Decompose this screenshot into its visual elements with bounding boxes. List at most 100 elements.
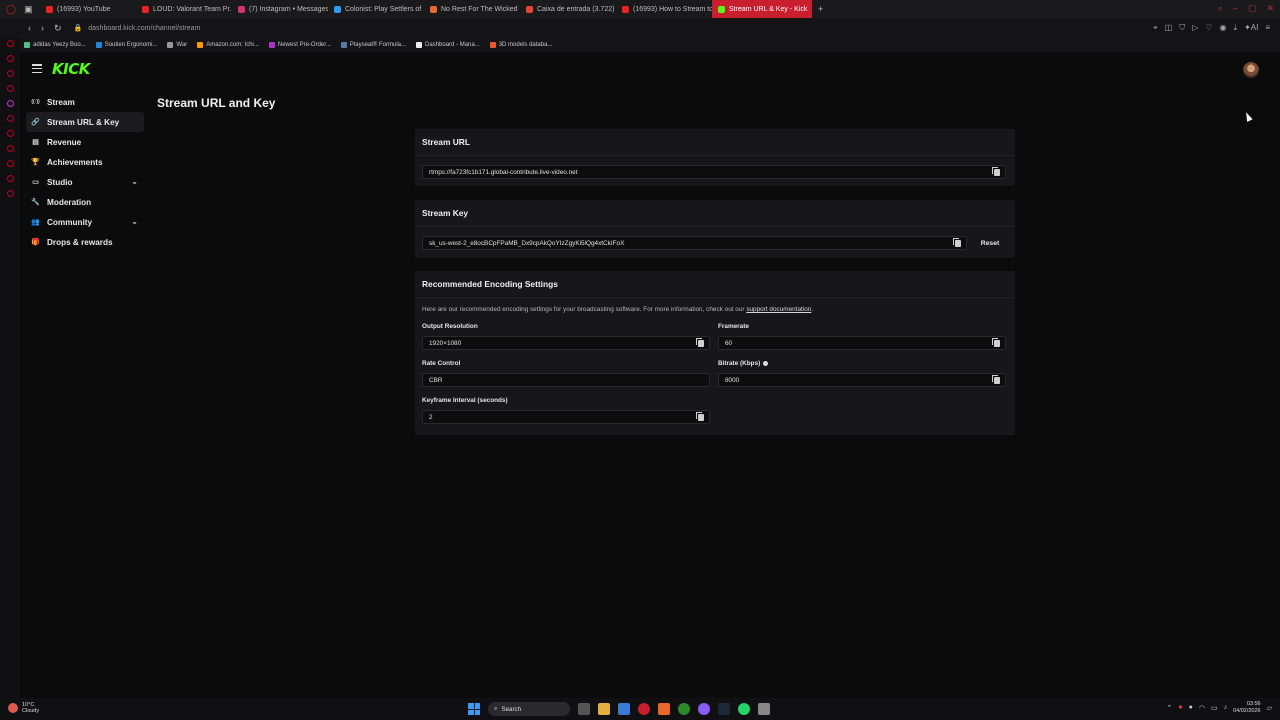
app-icon[interactable] (758, 703, 770, 715)
bookmark-item[interactable]: adidas Yeezy Boo... (24, 42, 86, 48)
sidebar-app-icon[interactable] (6, 130, 14, 137)
copy-icon[interactable] (953, 238, 961, 247)
browser-tab[interactable]: Caixa de entrada (3.722) (520, 0, 616, 18)
clock[interactable]: 03:56 04/02/2026 (1233, 701, 1261, 714)
browser-tab[interactable]: (16993) YouTube (40, 0, 136, 18)
rate-control-field[interactable]: CBR (422, 373, 710, 387)
tabs-menu-icon[interactable]: ▣ (24, 4, 33, 15)
browser-tab[interactable]: LOUD: Valorant Team Pr... (136, 0, 232, 18)
task-view-icon[interactable] (578, 703, 590, 715)
search-tabs-icon[interactable]: ⌕ (1218, 3, 1223, 14)
camera-icon[interactable]: ◫ (1165, 23, 1173, 33)
menu-icon[interactable]: ≡ (1265, 23, 1270, 33)
browser-tab[interactable]: No Rest For The Wicked ... (424, 0, 520, 18)
bookmark-item[interactable]: Playseat® Formula... (340, 42, 406, 48)
ai-icon[interactable]: ✦AI (1244, 23, 1258, 33)
chevron-down-icon[interactable]: ⌄ (131, 177, 138, 186)
chevron-up-icon[interactable]: ⌃ (1167, 704, 1173, 712)
sidebar-app-icon[interactable] (6, 190, 14, 197)
sidebar-item-drops-rewards[interactable]: 🎁 Drops & rewards (26, 232, 144, 252)
file-explorer-icon[interactable] (598, 703, 610, 715)
tray-app-icon[interactable]: ● (1189, 704, 1193, 711)
sidebar-app-icon[interactable] (6, 40, 14, 47)
reload-icon[interactable]: ↻ (54, 23, 62, 34)
minimize-icon[interactable]: – (1233, 3, 1238, 14)
wifi-icon[interactable]: ◠ (1199, 704, 1205, 712)
sidebar-item-stream-url-key[interactable]: 🔗 Stream URL & Key (26, 112, 144, 132)
shield-icon[interactable]: ⛉ (1179, 23, 1185, 33)
windows-start-icon[interactable] (468, 703, 480, 715)
hamburger-menu-icon[interactable] (32, 64, 42, 73)
bookmark-item[interactable]: 3D models databa... (489, 42, 552, 48)
bookmark-item[interactable]: Soutien Ergonomi... (95, 42, 157, 48)
url-field[interactable]: dashboard.kick.com/channel/stream (88, 25, 200, 32)
app-icon[interactable] (658, 703, 670, 715)
messenger-icon[interactable] (698, 703, 710, 715)
play-icon[interactable]: ▷ (1192, 23, 1198, 33)
xbox-icon[interactable] (678, 703, 690, 715)
steam-icon[interactable] (718, 703, 730, 715)
output-resolution-field[interactable]: 1920×1080 (422, 336, 710, 350)
maximize-icon[interactable]: ▢ (1248, 3, 1257, 14)
sidebar-app-icon[interactable] (6, 175, 14, 182)
bitrate-field[interactable]: 8000 (718, 373, 1006, 387)
copy-icon[interactable] (992, 338, 1000, 347)
copy-icon[interactable] (696, 338, 704, 347)
sidebar-app-icon[interactable] (6, 85, 14, 92)
sidebar-item-stream[interactable]: ((·)) Stream (26, 92, 144, 112)
tray-app-icon[interactable]: ● (1178, 704, 1182, 711)
store-icon[interactable] (618, 703, 630, 715)
sidebar-item-community[interactable]: 👥 Community ⌄ (26, 212, 144, 232)
opera-logo-icon[interactable]: ◯ (6, 4, 16, 15)
chevron-down-icon[interactable]: ⌄ (131, 217, 138, 226)
profile-icon[interactable]: ◉ (1220, 23, 1227, 33)
copy-icon[interactable] (992, 167, 1000, 176)
framerate-value: 60 (725, 339, 733, 347)
browser-menu[interactable]: ◯ ▣ (0, 0, 40, 18)
notification-icon[interactable]: ▱ (1267, 704, 1272, 712)
monitor-icon[interactable]: ▭ (1211, 704, 1218, 712)
copy-icon[interactable] (992, 375, 1000, 384)
sidebar-app-icon[interactable] (6, 115, 14, 122)
close-icon[interactable]: ✕ (1266, 3, 1274, 14)
sidebar-app-icon[interactable] (6, 145, 14, 152)
heart-icon[interactable]: ♡ (1205, 23, 1212, 33)
whatsapp-icon[interactable] (738, 703, 750, 715)
stream-key-field[interactable]: sk_us-west-2_e8ocBCpFPaMB_Dx9cpAkQoYIzZg… (422, 236, 967, 250)
sidebar-app-icon[interactable] (6, 100, 14, 107)
support-documentation-link[interactable]: support documentation (746, 306, 811, 313)
bookmark-item[interactable]: Dashboard - Mana... (416, 42, 480, 48)
bookmark-item[interactable]: Newest Pre-Order... (268, 42, 331, 48)
browser-tab[interactable]: Stream URL & Key - Kick (712, 0, 812, 18)
browser-tab[interactable]: (16993) How to Stream to... (616, 0, 712, 18)
browser-tab[interactable]: Colonist: Play Settlers of ... (328, 0, 424, 18)
sidebar-item-moderation[interactable]: 🔧 Moderation (26, 192, 144, 212)
bookmark-item[interactable]: War (167, 42, 187, 48)
forward-icon[interactable]: › (41, 23, 44, 34)
avatar[interactable] (1243, 62, 1259, 78)
weather-widget[interactable]: 10°C Cloudy (8, 702, 39, 714)
sidebar-item-achievements[interactable]: 🏆 Achievements (26, 152, 144, 172)
opera-icon[interactable] (638, 703, 650, 715)
sidebar-item-studio[interactable]: ▭ Studio ⌄ (26, 172, 144, 192)
new-tab-button[interactable]: + (818, 4, 823, 14)
info-icon[interactable] (763, 361, 769, 366)
reset-button[interactable]: Reset (975, 236, 1005, 250)
volume-icon[interactable]: ♪ (1224, 704, 1228, 711)
pin-icon[interactable]: ⌖ (1153, 23, 1158, 33)
kick-logo[interactable]: KICK (52, 60, 90, 78)
taskbar-search[interactable]: ⌕ Search (488, 702, 570, 716)
bookmark-item[interactable]: Amazon.com: Ichi... (197, 42, 259, 48)
sidebar-app-icon[interactable] (6, 55, 14, 62)
sidebar-app-icon[interactable] (6, 160, 14, 167)
sidebar-app-icon[interactable] (6, 70, 14, 77)
framerate-field[interactable]: 60 (718, 336, 1006, 350)
copy-icon[interactable] (696, 412, 704, 421)
browser-tab[interactable]: (7) Instagram • Messages (232, 0, 328, 18)
back-icon[interactable]: ‹ (28, 23, 31, 34)
stream-url-field[interactable]: rtmps://fa723fc1b171.global-contribute.l… (422, 165, 1006, 179)
keyframe-field[interactable]: 2 (422, 410, 710, 424)
bitrate-label-text: Bitrate (Kbps) (718, 360, 761, 367)
download-icon[interactable]: ⤓ (1234, 23, 1238, 33)
sidebar-item-revenue[interactable]: ▤ Revenue (26, 132, 144, 152)
